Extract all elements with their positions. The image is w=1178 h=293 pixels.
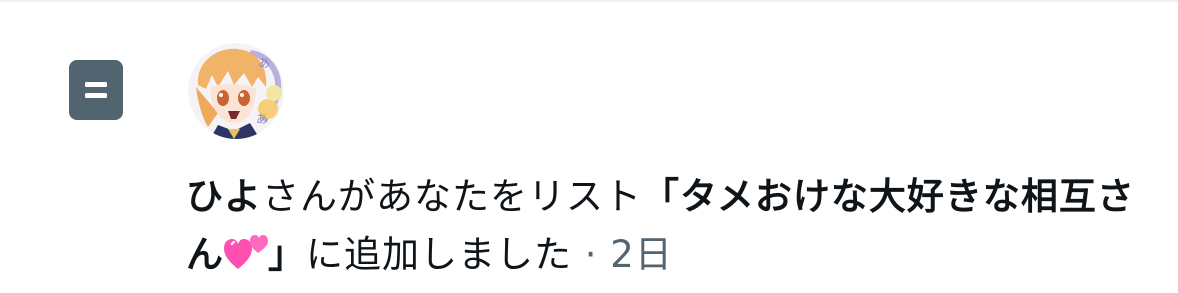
two-hearts-icon	[224, 232, 268, 272]
list-open-quote: 「	[642, 175, 680, 218]
list-add-notification[interactable]: あ あ ひよさんがあなたをリスト「タメおけな大好きな相互さん 」に追加しました …	[0, 0, 1178, 293]
anime-character-avatar-image: あ あ	[188, 43, 284, 139]
separator: ·	[572, 233, 611, 276]
avatar[interactable]: あ あ	[188, 43, 284, 139]
user-name[interactable]: ひよ	[186, 175, 262, 218]
message-text: さんがあなたをリスト	[262, 175, 642, 218]
list-close-quote: 」	[268, 233, 306, 276]
timestamp[interactable]: 2日	[610, 233, 673, 276]
svg-text:あ: あ	[256, 112, 268, 126]
message-text-end: に追加しました	[306, 233, 572, 276]
svg-text:あ: あ	[258, 56, 270, 70]
notification-message: ひよさんがあなたをリスト「タメおけな大好きな相互さん 」に追加しました · 2日	[186, 168, 1156, 284]
list-icon	[69, 60, 123, 120]
